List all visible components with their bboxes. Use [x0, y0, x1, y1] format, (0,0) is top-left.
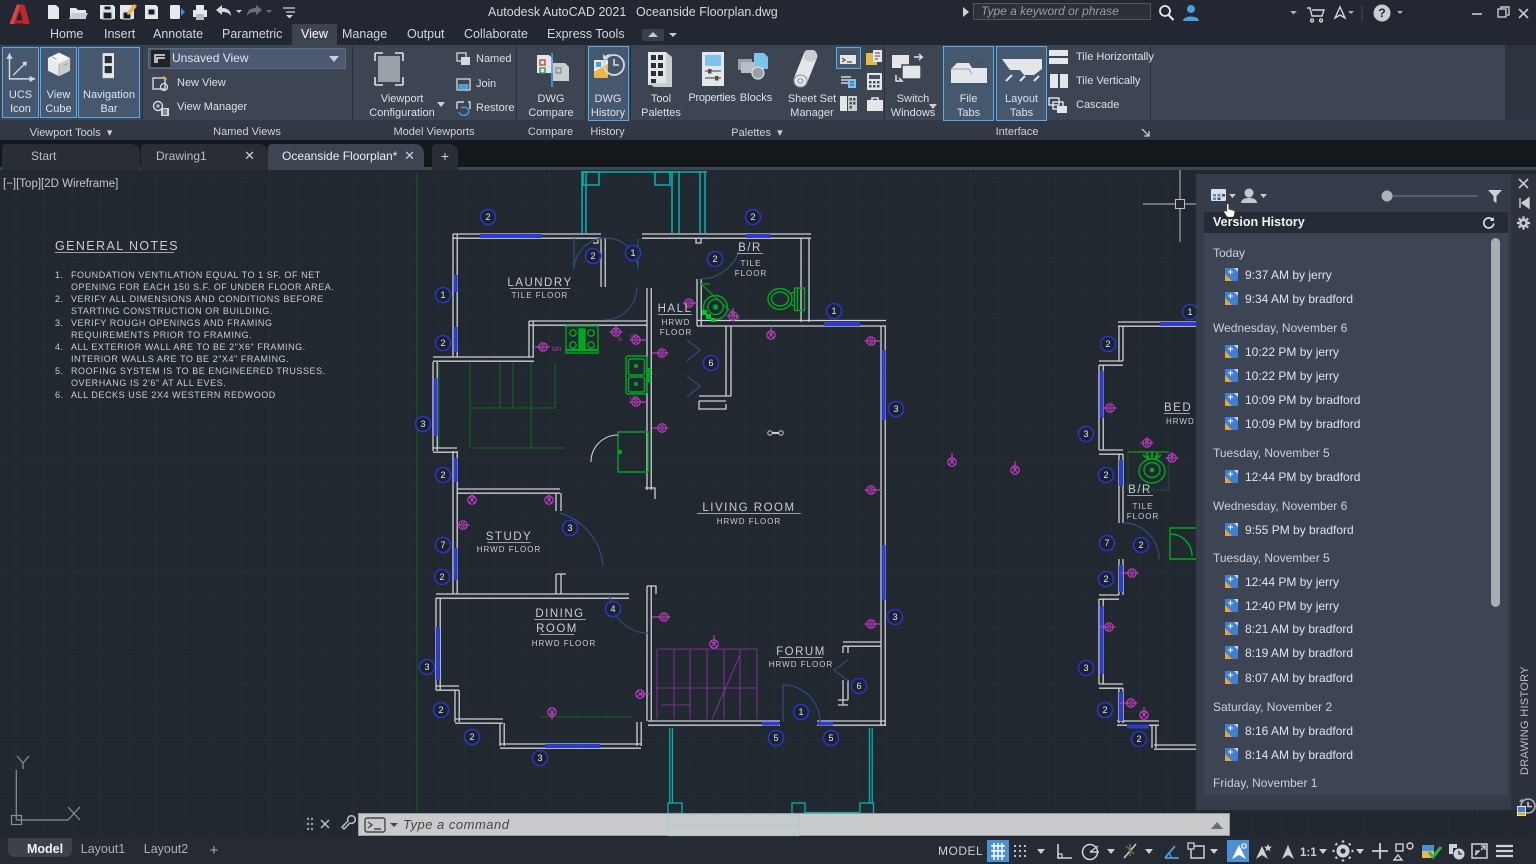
svg-text:4.: 4.: [55, 342, 64, 352]
svg-text:REQUIREMENTS PRIOR TO FRAMING.: REQUIREMENTS PRIOR TO FRAMING.: [71, 330, 252, 340]
svg-text:B/R: B/R: [738, 242, 762, 254]
svg-text:TILE: TILE: [1133, 502, 1154, 511]
svg-text:HRWD: HRWD: [1166, 417, 1195, 426]
svg-text:2: 2: [1103, 470, 1108, 480]
svg-text:HRWD FLOOR: HRWD FLOOR: [769, 660, 834, 669]
svg-text:2: 2: [438, 705, 443, 715]
svg-text:HRWD FLOOR: HRWD FLOOR: [477, 545, 542, 554]
svg-text:LAUNDRY: LAUNDRY: [507, 277, 572, 289]
svg-text:2.: 2.: [55, 294, 64, 304]
svg-text:VERIFY ALL DIMENSIONS AND COND: VERIFY ALL DIMENSIONS AND CONDITIONS BEF…: [71, 294, 324, 304]
svg-text:STARTING CONSTRUCTION OR BUILD: STARTING CONSTRUCTION OR BUILDING.: [71, 306, 273, 316]
svg-text:3: 3: [893, 404, 898, 414]
svg-text:OPENING FOR EACH 150 S.F. OF U: OPENING FOR EACH 150 S.F. OF UNDER FLOOR…: [71, 282, 334, 292]
svg-text:GFI: GFI: [552, 347, 562, 353]
svg-text:UD: UD: [630, 334, 638, 340]
svg-text:[−][Top][2D Wireframe]: [−][Top][2D Wireframe]: [3, 178, 118, 190]
svg-text:2: 2: [469, 732, 474, 742]
svg-text:Layout2: Layout2: [144, 842, 189, 856]
svg-text:Layout1: Layout1: [81, 842, 126, 856]
svg-text:TILE FLOOR: TILE FLOOR: [512, 291, 569, 300]
svg-text:1: 1: [630, 248, 635, 258]
svg-text:INTERIOR WALLS ARE TO BE 2"X4": INTERIOR WALLS ARE TO BE 2"X4" FRAMING.: [71, 354, 289, 364]
svg-text:2: 2: [590, 251, 595, 261]
svg-text:3: 3: [424, 662, 429, 672]
svg-text:ALL DECKS USE 2X4 WESTERN REDW: ALL DECKS USE 2X4 WESTERN REDWOOD: [71, 390, 276, 400]
svg-text:DRAWING HISTORY: DRAWING HISTORY: [1519, 666, 1531, 775]
svg-text:?: ?: [1378, 6, 1385, 20]
svg-text:VERIFY ROUGH OPENINGS AND FRAM: VERIFY ROUGH OPENINGS AND FRAMING: [71, 318, 273, 328]
svg-text:6: 6: [856, 681, 861, 691]
svg-text:GENERAL NOTES: GENERAL NOTES: [55, 239, 179, 253]
svg-text:2: 2: [440, 338, 445, 348]
svg-text:6: 6: [708, 358, 713, 368]
svg-text:5.: 5.: [55, 366, 64, 376]
svg-text:1: 1: [1187, 307, 1192, 317]
svg-text:ROOM: ROOM: [536, 623, 578, 635]
svg-text:2: 2: [1102, 705, 1107, 715]
svg-text:FLOOR: FLOOR: [1127, 512, 1160, 521]
svg-text:2: 2: [439, 572, 444, 582]
svg-text:HRWD FLOOR: HRWD FLOOR: [532, 639, 597, 648]
svg-text:OVERHANG IS 2'6" AT ALL EVES.: OVERHANG IS 2'6" AT ALL EVES.: [71, 378, 226, 388]
svg-text:1: 1: [831, 306, 836, 316]
svg-text:FLOOR: FLOOR: [735, 269, 768, 278]
svg-text:6.: 6.: [55, 390, 64, 400]
svg-text:ROOFING SYSTEM IS TO BE ENGINE: ROOFING SYSTEM IS TO BE ENGINEERED TRUSS…: [71, 366, 326, 376]
svg-text:HALL: HALL: [658, 303, 693, 315]
svg-text:BED: BED: [1164, 402, 1192, 414]
svg-text:3: 3: [537, 753, 542, 763]
svg-text:2: 2: [485, 212, 490, 222]
svg-text:3: 3: [1083, 663, 1088, 673]
svg-text:3.: 3.: [55, 318, 64, 328]
svg-text:7: 7: [1104, 538, 1109, 548]
svg-text:LIVING ROOM: LIVING ROOM: [702, 502, 795, 514]
svg-text:HRWD: HRWD: [662, 318, 691, 327]
svg-text:ALL EXTERIOR WALL ARE TO BE 2": ALL EXTERIOR WALL ARE TO BE 2"X6" FRAMIN…: [71, 342, 306, 352]
svg-text:2: 2: [750, 212, 755, 222]
svg-text:2: 2: [712, 254, 717, 264]
svg-text:2: 2: [440, 470, 445, 480]
svg-text:S: S: [618, 337, 622, 343]
svg-text:2: 2: [1136, 734, 1141, 744]
svg-text:FOUNDATION VENTILATION EQUAL T: FOUNDATION VENTILATION EQUAL TO 1 SF. OF…: [71, 270, 321, 280]
svg-text:+: +: [210, 842, 219, 859]
svg-text:2: 2: [1103, 574, 1108, 584]
svg-text:1.: 1.: [55, 270, 64, 280]
svg-text:2: 2: [1105, 339, 1110, 349]
svg-text:1: 1: [798, 707, 803, 717]
svg-text:5: 5: [773, 733, 778, 743]
svg-text:4: 4: [610, 604, 615, 614]
svg-text:3: 3: [420, 419, 425, 429]
svg-text:2: 2: [1138, 540, 1143, 550]
svg-text:3: 3: [892, 612, 897, 622]
svg-text:FORUM: FORUM: [776, 646, 826, 658]
svg-text:3: 3: [1083, 429, 1088, 439]
svg-text:STUDY: STUDY: [486, 531, 532, 543]
svg-text:7: 7: [440, 540, 445, 550]
svg-text:TILE: TILE: [741, 259, 762, 268]
svg-text:HRWD FLOOR: HRWD FLOOR: [717, 517, 782, 526]
svg-text:Model: Model: [27, 842, 63, 856]
svg-text:UD: UD: [630, 396, 638, 402]
svg-text:DINING: DINING: [535, 608, 584, 620]
svg-text:5: 5: [828, 733, 833, 743]
svg-text:1:1: 1:1: [1300, 847, 1317, 859]
svg-text:B/R: B/R: [1128, 484, 1152, 496]
svg-text:FLOOR: FLOOR: [660, 328, 693, 337]
svg-text:3: 3: [567, 523, 572, 533]
svg-text:1: 1: [440, 290, 445, 300]
